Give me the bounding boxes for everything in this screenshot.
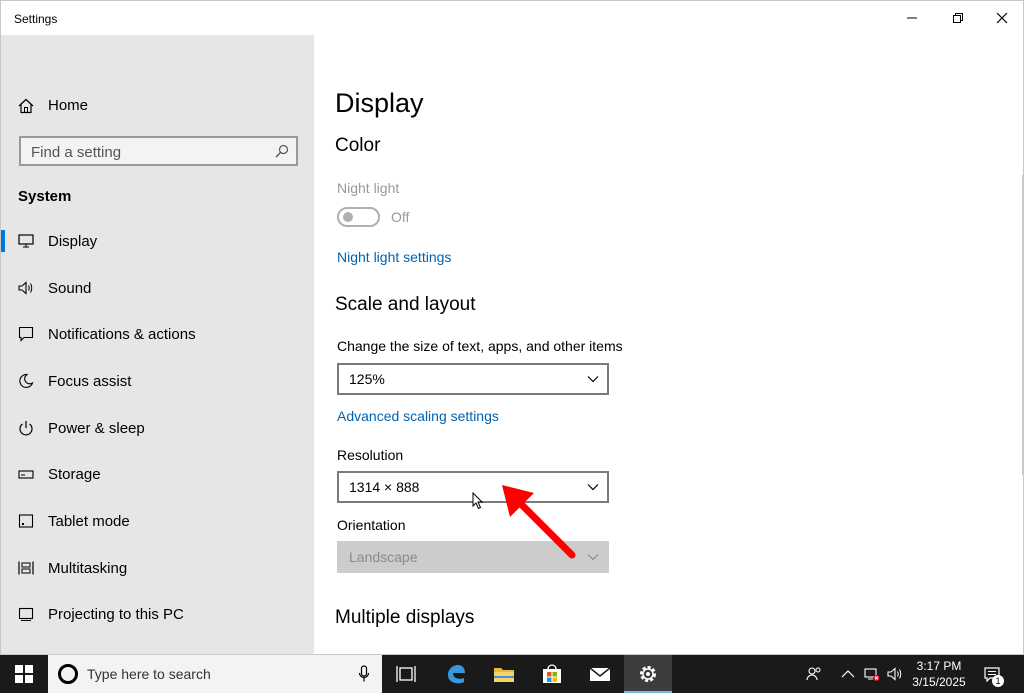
sidebar-item-label: Notifications & actions (48, 325, 196, 343)
annotation-arrow-icon (502, 485, 576, 559)
night-light-state: Off (391, 209, 410, 225)
page-title: Display (335, 88, 424, 118)
show-hidden-icons-button[interactable] (840, 655, 856, 693)
sidebar-item-label: Multitasking (48, 559, 128, 577)
notification-icon (18, 326, 34, 342)
chevron-down-icon (587, 484, 599, 491)
volume-icon (887, 667, 902, 681)
network-disconnected-icon (864, 668, 880, 681)
taskbar-clock[interactable]: 3:17 PM 3/15/2025 (905, 658, 973, 690)
notification-count-badge: 1 (992, 675, 1004, 687)
storage-icon (18, 470, 34, 479)
store-icon (543, 664, 561, 683)
chevron-up-icon (841, 670, 855, 678)
store-button[interactable] (528, 655, 576, 693)
home-icon (18, 98, 34, 113)
windows-logo-icon (15, 665, 33, 683)
orientation-label: Orientation (337, 517, 406, 533)
close-button[interactable] (979, 1, 1023, 35)
people-icon (806, 667, 821, 681)
search-box[interactable] (19, 136, 298, 166)
sidebar-home[interactable]: Home (18, 97, 88, 114)
sidebar-item-label: Tablet mode (48, 512, 130, 530)
search-icon (275, 144, 289, 158)
color-heading: Color (335, 135, 381, 156)
sidebar: Home System Display Sound Notifications … (1, 35, 314, 654)
orientation-dropdown-value: Landscape (349, 549, 418, 565)
task-view-button[interactable] (382, 655, 430, 693)
cortana-icon (58, 664, 78, 684)
start-button[interactable] (0, 655, 48, 693)
close-icon (996, 12, 1008, 24)
resolution-label: Resolution (337, 447, 404, 463)
projecting-icon (18, 607, 34, 621)
sidebar-item-display[interactable]: Display (1, 218, 314, 264)
clock-time: 3:17 PM (916, 659, 962, 673)
tablet-icon (18, 514, 34, 528)
settings-taskbar-button[interactable] (624, 655, 672, 693)
sidebar-item-focus-assist[interactable]: Focus assist (1, 358, 314, 404)
moon-icon (19, 373, 34, 389)
resolution-dropdown-value: 1314 × 888 (349, 479, 420, 495)
night-light-label: Night light (337, 180, 400, 196)
taskbar: Type here to search 3:17 PM 3/15/2025 1 (0, 655, 1024, 693)
volume-button[interactable] (885, 655, 905, 693)
chevron-down-icon (587, 554, 599, 561)
clock-date: 3/15/2025 (912, 675, 966, 689)
minimize-button[interactable] (889, 1, 935, 35)
mail-icon (589, 667, 611, 681)
sidebar-item-storage[interactable]: Storage (1, 451, 314, 497)
scale-size-label: Change the size of text, apps, and other… (337, 338, 623, 354)
people-button[interactable] (804, 655, 824, 693)
microphone-icon[interactable] (358, 665, 370, 683)
sidebar-item-notifications[interactable]: Notifications & actions (1, 311, 314, 357)
chevron-down-icon (587, 376, 599, 383)
sidebar-item-label: Power & sleep (48, 419, 145, 437)
sidebar-item-power-sleep[interactable]: Power & sleep (1, 405, 314, 451)
multitasking-icon (18, 561, 34, 575)
sidebar-item-tablet-mode[interactable]: Tablet mode (1, 498, 314, 544)
sidebar-item-label: Display (48, 232, 98, 250)
sidebar-item-sound[interactable]: Sound (1, 265, 314, 311)
minimize-icon (907, 17, 917, 19)
taskbar-search[interactable]: Type here to search (48, 655, 382, 693)
power-icon (19, 421, 33, 436)
gear-icon (640, 666, 656, 682)
sidebar-item-label: Projecting to this PC (48, 605, 184, 623)
action-center-button[interactable] (982, 655, 1002, 693)
sidebar-item-projecting[interactable]: Projecting to this PC (1, 591, 314, 637)
task-view-icon (396, 666, 416, 682)
sidebar-home-label: Home (48, 97, 89, 114)
multiple-displays-heading: Multiple displays (335, 607, 475, 628)
network-button[interactable] (862, 655, 882, 693)
folder-icon (494, 668, 514, 682)
mouse-cursor-icon (472, 492, 484, 510)
sidebar-item-label: Focus assist (48, 372, 132, 390)
file-explorer-button[interactable] (480, 655, 528, 693)
sidebar-item-label: Sound (48, 279, 92, 297)
mail-button[interactable] (576, 655, 624, 693)
monitor-icon (18, 234, 34, 248)
sidebar-item-label: Storage (48, 465, 101, 483)
main-content: Display Color Night light Off Night ligh… (314, 35, 1023, 654)
restore-button[interactable] (935, 1, 981, 35)
edge-icon (448, 665, 465, 684)
section-label: System (18, 188, 72, 205)
toggle-knob (343, 212, 353, 222)
title-bar: Settings (1, 1, 1023, 35)
speaker-icon (18, 281, 33, 295)
night-light-toggle[interactable] (337, 207, 380, 227)
scale-dropdown[interactable]: 125% (337, 363, 609, 395)
restore-icon (953, 13, 963, 23)
edge-button[interactable] (432, 655, 480, 693)
window-title: Settings (14, 12, 58, 26)
scale-heading: Scale and layout (335, 294, 476, 315)
night-light-settings-link[interactable]: Night light settings (337, 249, 451, 265)
sidebar-item-multitasking[interactable]: Multitasking (1, 545, 314, 591)
taskbar-search-text: Type here to search (87, 666, 211, 682)
scale-dropdown-value: 125% (349, 371, 385, 387)
advanced-scaling-link[interactable]: Advanced scaling settings (337, 408, 499, 424)
search-input[interactable] (31, 142, 271, 162)
